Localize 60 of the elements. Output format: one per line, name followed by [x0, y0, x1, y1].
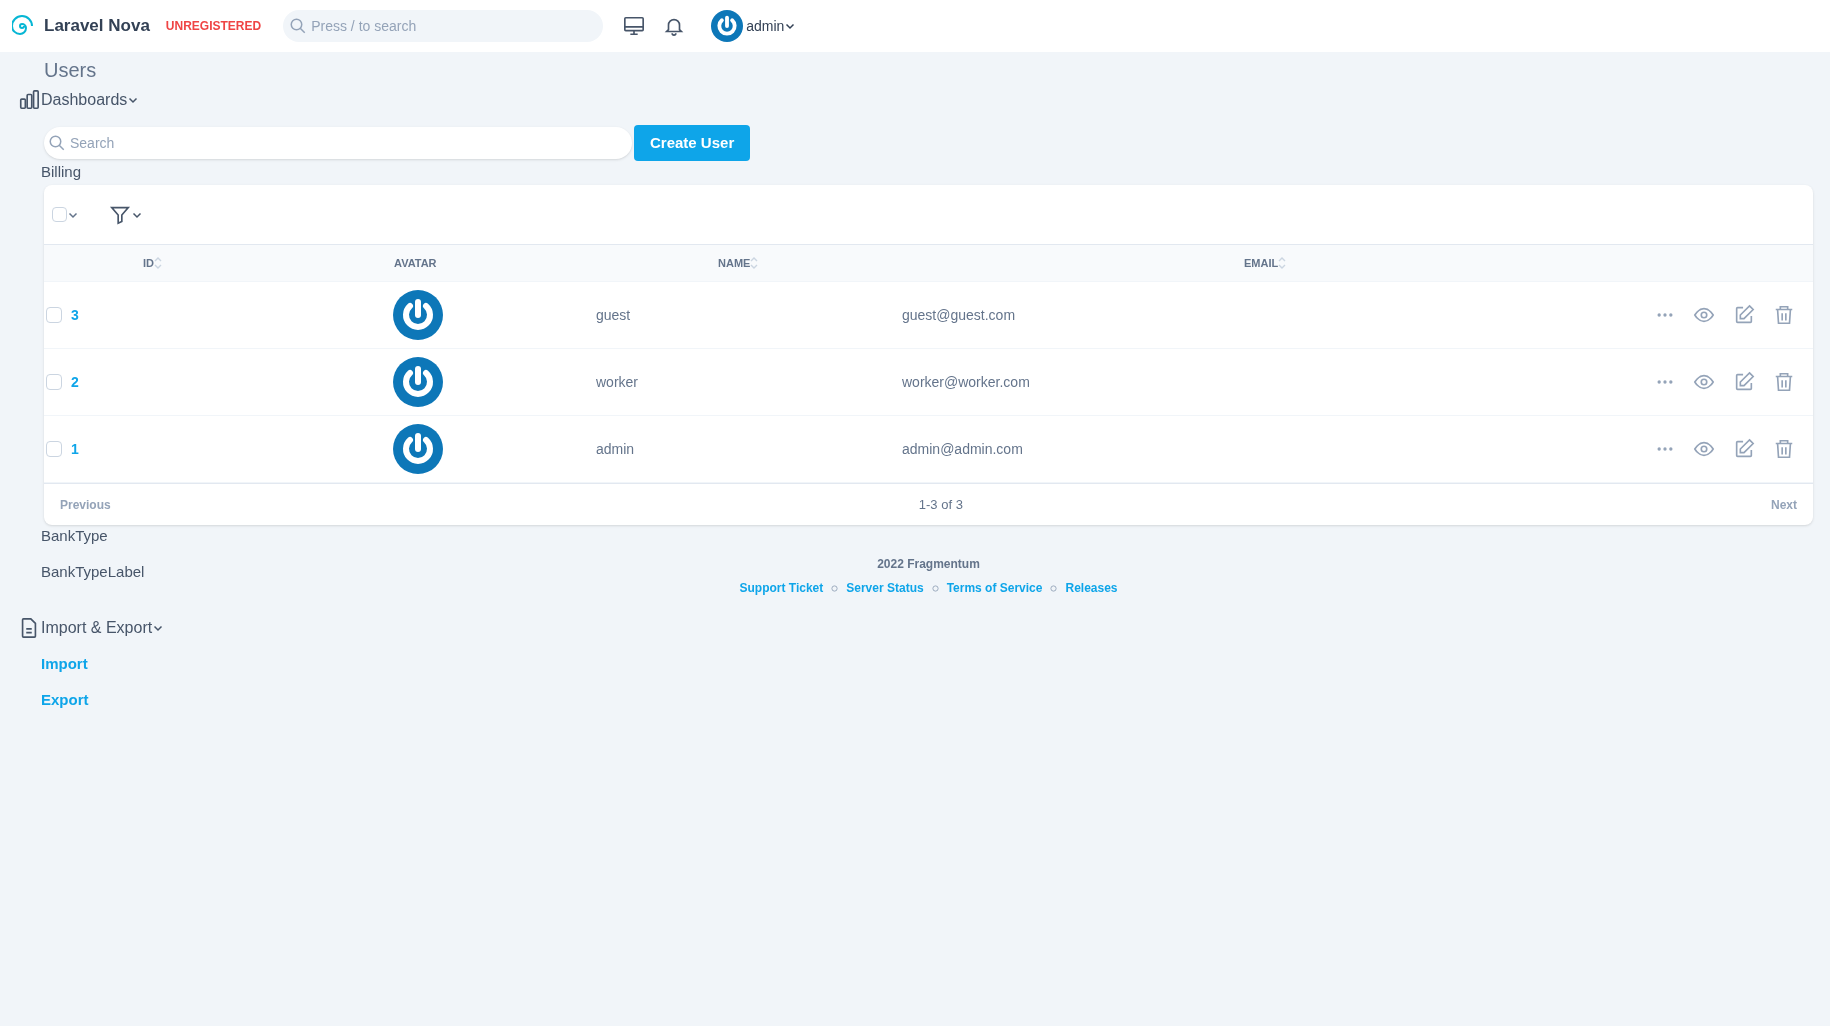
separator-dot-icon [1050, 584, 1058, 592]
separator-dot-icon [931, 584, 939, 592]
avatar-icon [393, 424, 443, 474]
global-search-field[interactable]: Press / to search [283, 10, 604, 42]
trash-icon[interactable] [1773, 371, 1795, 393]
table-cell-text: worker@worker.com [902, 372, 1031, 392]
sidebar-group[interactable]: Import & Export [41, 616, 165, 640]
id-link[interactable]: 2 [71, 371, 371, 393]
search-icon [48, 134, 66, 152]
footer-link[interactable]: Terms of Service [946, 579, 1043, 597]
sort-icon [1278, 257, 1287, 269]
trash-icon[interactable] [1773, 438, 1795, 460]
row-checkbox[interactable] [46, 374, 62, 390]
row-checkbox[interactable] [46, 441, 62, 457]
user-menu[interactable]: admin [746, 15, 797, 37]
bar-chart-icon [18, 89, 40, 111]
column-header[interactable]: EMAIL [1244, 254, 1279, 272]
previous-button[interactable]: Previous [60, 495, 111, 514]
sidebar-item[interactable]: Billing [41, 160, 82, 184]
footer-link[interactable]: Server Status [846, 579, 924, 597]
row-checkbox[interactable] [46, 307, 62, 323]
search-icon [289, 17, 308, 35]
trash-icon[interactable] [1773, 304, 1795, 326]
edit-icon[interactable] [1733, 304, 1755, 326]
avatar-icon [393, 357, 443, 407]
spiral-logo-icon [12, 14, 36, 38]
sidebar-group[interactable]: Dashboards [41, 88, 140, 112]
select-all-dropdown[interactable] [52, 207, 79, 222]
monitor-icon[interactable] [623, 15, 646, 37]
sidebar-item[interactable]: BankTypeLabel [41, 560, 145, 584]
pagination-range: 1-3 of 3 [918, 495, 963, 514]
table-cell-text: admin@admin.com [902, 439, 1024, 459]
column-header: AVATAR [394, 255, 437, 271]
sidebar-link[interactable]: Export [41, 688, 89, 712]
search-field[interactable]: Search [44, 127, 632, 159]
brand-name: Laravel Nova [44, 15, 150, 38]
edit-icon[interactable] [1733, 438, 1755, 460]
footer-link[interactable]: Support Ticket [739, 579, 824, 597]
sidebar-link[interactable]: Import [41, 652, 88, 676]
page-title: Users [44, 58, 97, 82]
column-header[interactable]: NAME [718, 254, 751, 272]
sidebar-item[interactable]: BankType [41, 524, 108, 548]
copyright-text: 2022 Fragmentum [877, 556, 980, 573]
table-cell-text: guest [596, 305, 632, 325]
sort-icon [750, 257, 759, 269]
id-link[interactable]: 3 [71, 304, 371, 326]
sort-icon [154, 257, 162, 269]
status-label: UNREGISTERED [165, 18, 262, 35]
create-user-button[interactable]: Create User [634, 125, 751, 161]
table-cell-text: admin [596, 439, 636, 459]
avatar-icon [711, 10, 744, 42]
column-header[interactable]: ID [143, 254, 154, 272]
id-link[interactable]: 1 [71, 438, 371, 460]
footer-link[interactable]: Releases [1065, 579, 1118, 597]
avatar-icon [393, 290, 443, 340]
edit-icon[interactable] [1733, 371, 1755, 393]
separator-dot-icon [831, 584, 839, 592]
table-cell-text: guest@guest.com [902, 305, 1017, 325]
next-button[interactable]: Next [1771, 495, 1797, 514]
table-cell-text: worker [596, 372, 639, 392]
